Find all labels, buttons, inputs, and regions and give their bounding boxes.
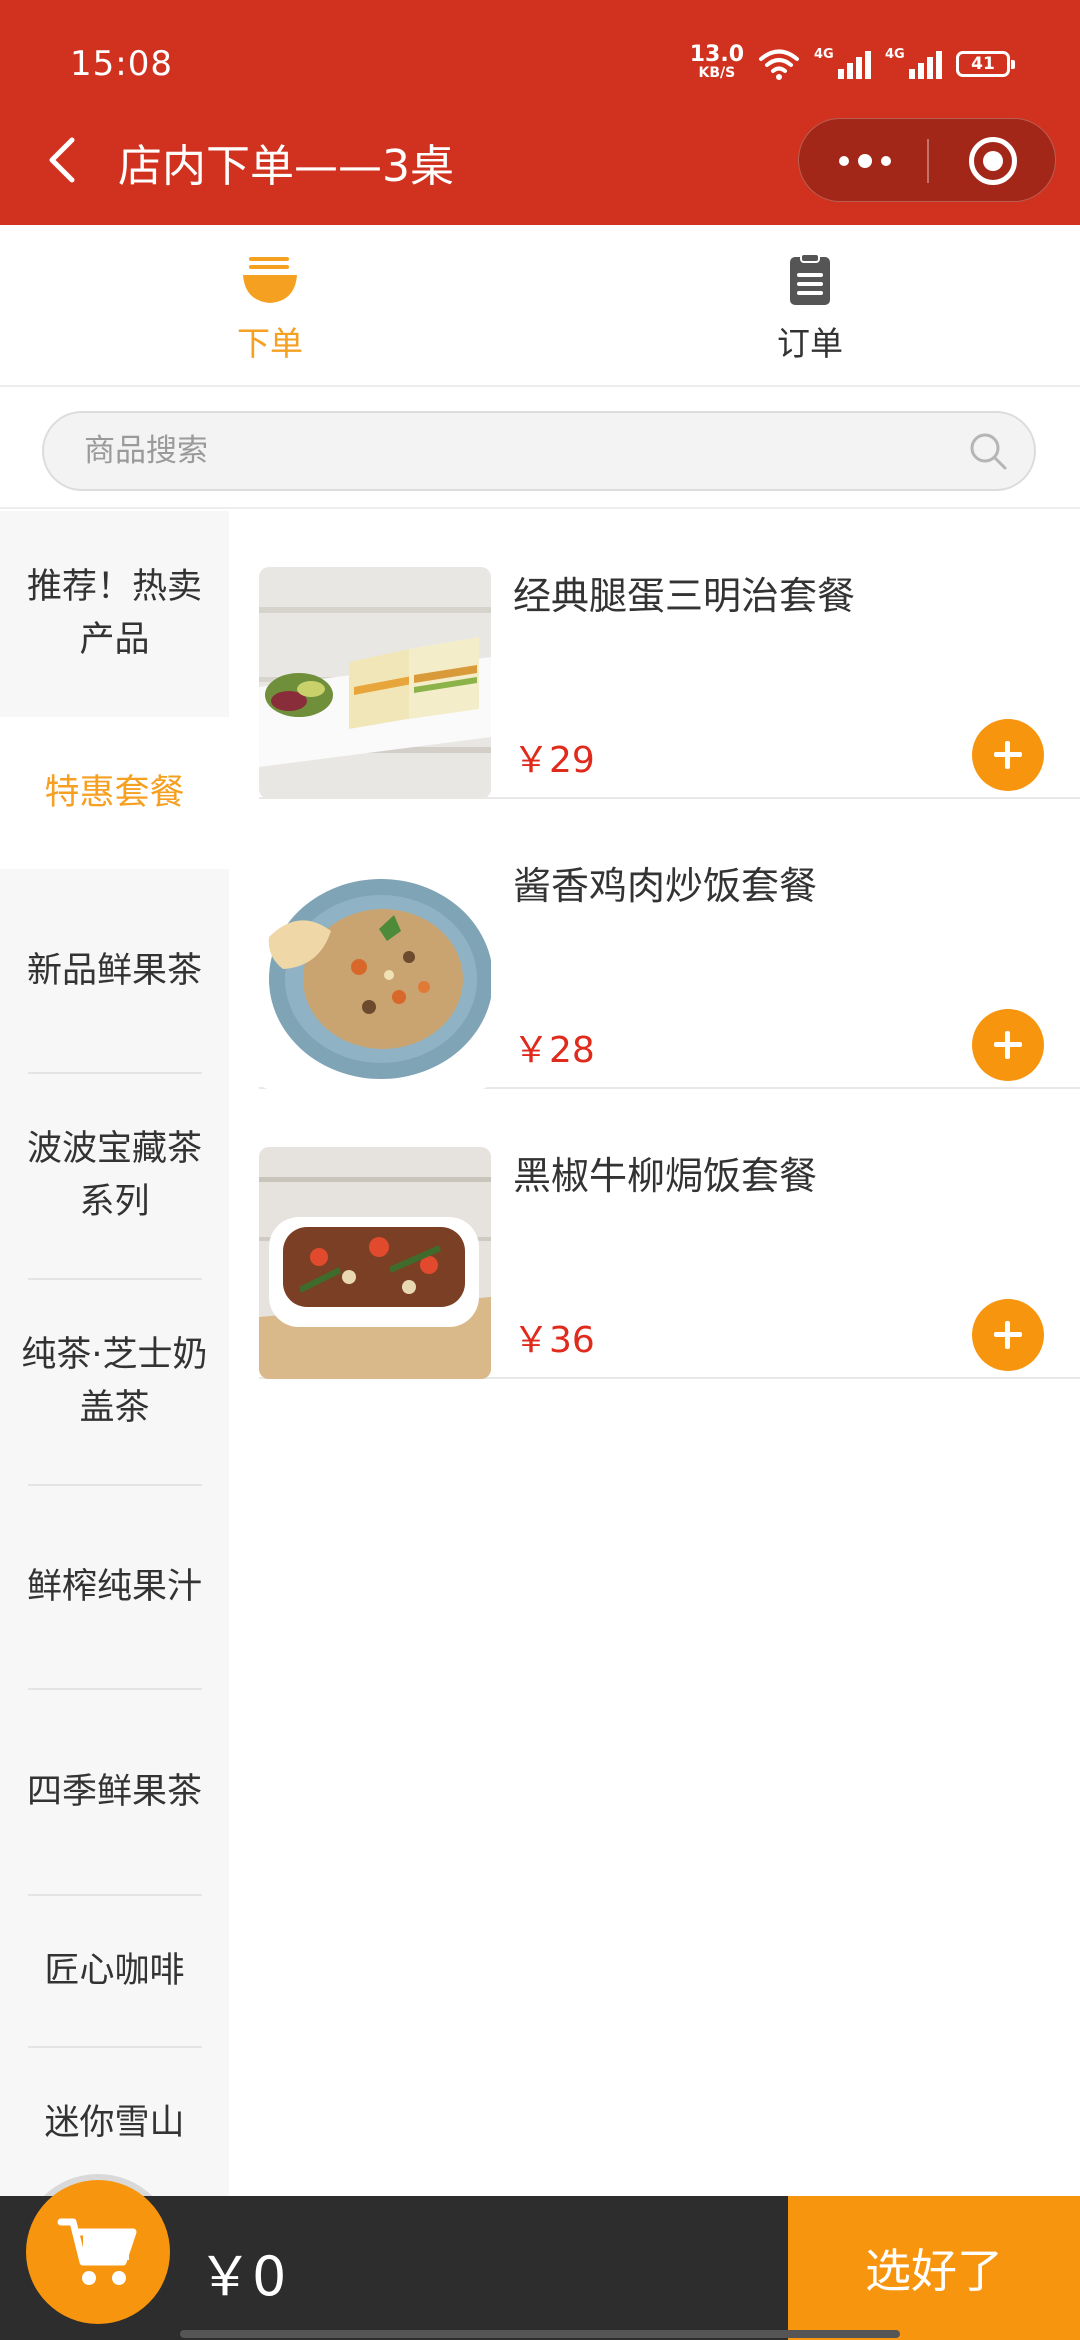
cart-total: ￥0	[198, 2245, 287, 2308]
more-icon[interactable]	[833, 119, 897, 203]
category-item-boba-tea[interactable]: 波波宝藏茶系列	[0, 1074, 229, 1278]
status-icons: 13.0 KB/S 4G 4G 41	[689, 42, 1015, 84]
tab-order-food-label: 下单	[237, 324, 303, 363]
product-name: 经典腿蛋三明治套餐	[513, 574, 856, 618]
category-label: 新品鲜果茶	[26, 950, 202, 991]
product-price: ￥36	[513, 1320, 595, 1361]
category-label: 纯茶·芝士奶盖茶	[21, 1335, 208, 1428]
category-item-seasonal-tea[interactable]: 四季鲜果茶	[0, 1690, 229, 1894]
product-image-baked-rice	[259, 1147, 491, 1379]
product-item[interactable]: 黑椒牛柳焗饭套餐 ￥36	[259, 1091, 1080, 1379]
product-item[interactable]: 经典腿蛋三明治套餐 ￥29	[259, 511, 1080, 799]
search-box[interactable]	[42, 411, 1036, 491]
title-bar: 15:08 13.0 KB/S 4G 4G 41 店内下单——3桌	[0, 0, 1080, 225]
product-name: 黑椒牛柳焗饭套餐	[513, 1154, 818, 1198]
product-name: 酱香鸡肉炒饭套餐	[513, 864, 818, 908]
category-label: 鲜榨纯果汁	[26, 1566, 202, 1607]
battery-icon: 41	[956, 51, 1015, 77]
category-label: 四季鲜果茶	[26, 1771, 202, 1812]
search-section	[0, 389, 1080, 509]
category-label: 推荐！热卖产品	[26, 567, 202, 660]
category-label: 特惠套餐	[44, 772, 185, 813]
search-icon[interactable]	[968, 431, 1008, 471]
category-label: 匠心咖啡	[44, 1950, 185, 1991]
wifi-icon	[759, 49, 799, 80]
clipboard-icon	[790, 253, 830, 305]
sim1-label: 4G	[814, 47, 834, 62]
tab-orders[interactable]: 订单	[540, 225, 1080, 385]
signal-icon-sim1: 4G	[814, 47, 871, 79]
status-time: 15:08	[70, 44, 173, 84]
product-price: ￥28	[513, 1030, 595, 1071]
product-image-fried-rice	[259, 857, 491, 1089]
net-speed-unit: KB/S	[698, 65, 736, 81]
category-item-juice[interactable]: 鲜榨纯果汁	[0, 1486, 229, 1688]
net-speed: 13.0 KB/S	[689, 42, 744, 82]
category-label: 波波宝藏茶系列	[26, 1129, 202, 1222]
miniprogram-capsule	[798, 118, 1056, 202]
product-price: ￥29	[513, 740, 595, 781]
product-item[interactable]: 酱香鸡肉炒饭套餐 ￥28	[259, 801, 1080, 1089]
product-image-sandwich	[259, 567, 491, 799]
tab-orders-label: 订单	[777, 324, 843, 363]
confirm-order-button[interactable]: 选好了	[788, 2196, 1080, 2340]
capsule-divider	[927, 139, 929, 183]
page-title: 店内下单——3桌	[118, 141, 454, 192]
category-label: 迷你雪山	[44, 2102, 185, 2143]
add-to-cart-button[interactable]	[972, 1299, 1044, 1371]
search-input[interactable]	[84, 413, 964, 489]
add-to-cart-button[interactable]	[972, 719, 1044, 791]
category-item-hot[interactable]: 推荐！热卖产品	[0, 511, 229, 717]
category-item-coffee[interactable]: 匠心咖啡	[0, 1896, 229, 2046]
shopping-cart-icon	[57, 2218, 137, 2285]
product-list: 经典腿蛋三明治套餐 ￥29 酱香鸡肉炒饭套餐 ￥28 黑椒牛柳焗饭套餐 ￥36	[229, 511, 1080, 2196]
tab-bar: 下单 订单	[0, 225, 1080, 387]
tab-order-food[interactable]: 下单	[0, 225, 540, 385]
cart-button[interactable]	[26, 2180, 170, 2324]
category-sidebar: 推荐！热卖产品 特惠套餐 新品鲜果茶 波波宝藏茶系列 纯茶·芝士奶盖茶 鲜榨纯果…	[0, 511, 229, 2196]
back-arrow-icon[interactable]	[42, 136, 80, 184]
page: 15:08 13.0 KB/S 4G 4G 41 店内下单——3桌 下单 订单 …	[0, 0, 1080, 2340]
add-to-cart-button[interactable]	[972, 1009, 1044, 1081]
category-item-fruit-tea[interactable]: 新品鲜果茶	[0, 869, 229, 1073]
signal-icon-sim2: 4G	[885, 47, 942, 79]
category-item-special-combo[interactable]: 特惠套餐	[0, 717, 229, 869]
sim2-label: 4G	[885, 47, 905, 62]
bowl-icon	[243, 257, 297, 303]
battery-level: 41	[971, 54, 995, 74]
category-item-cheese-tea[interactable]: 纯茶·芝士奶盖茶	[0, 1280, 229, 1484]
net-speed-value: 13.0	[689, 42, 744, 67]
category-item-mini-snow[interactable]: 迷你雪山	[0, 2048, 229, 2198]
home-indicator	[180, 2330, 900, 2338]
close-target-icon[interactable]	[969, 137, 1017, 185]
